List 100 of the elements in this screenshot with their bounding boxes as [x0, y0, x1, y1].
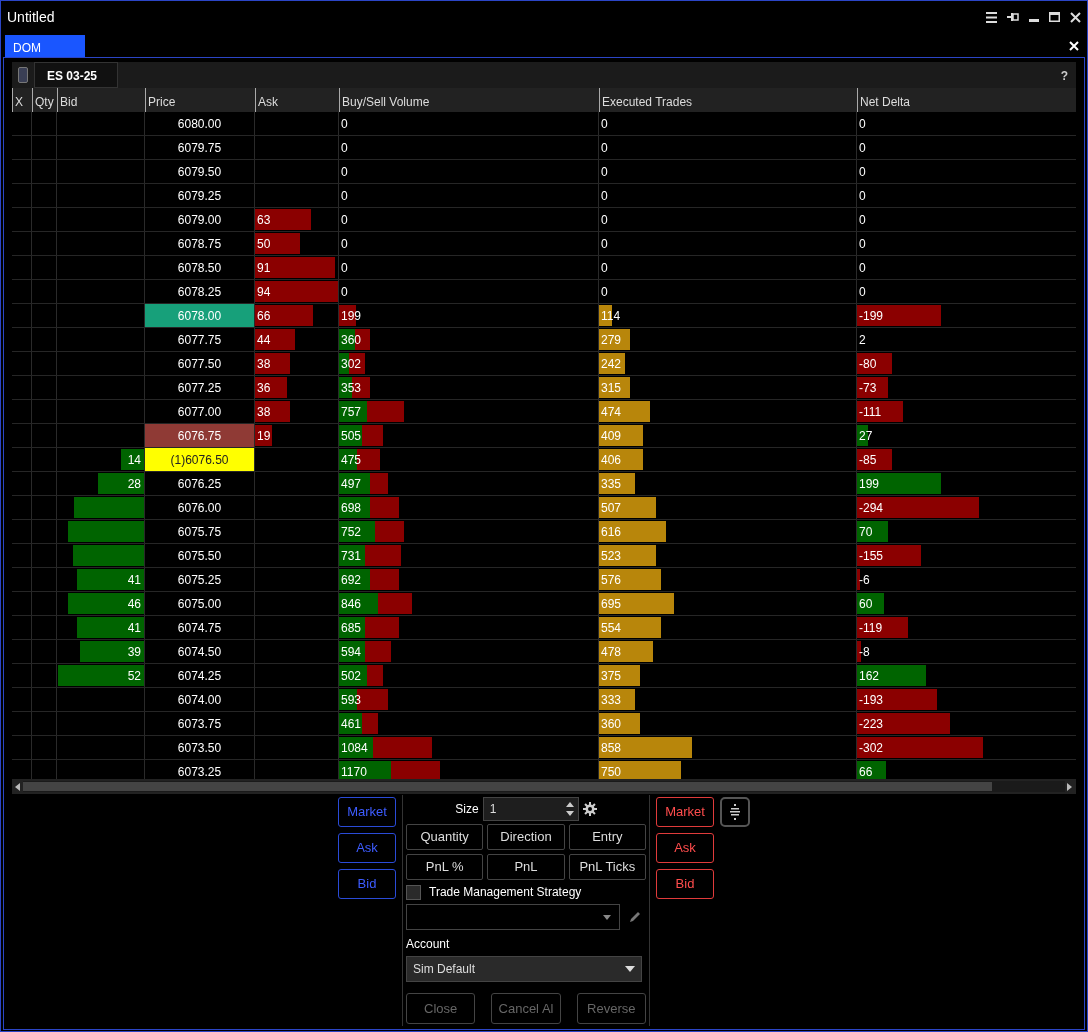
- ladder-toggle-button[interactable]: [720, 797, 750, 827]
- column-toggle-button[interactable]: Direction: [487, 824, 565, 850]
- volume-value: 0: [341, 141, 348, 155]
- volume-value: 685: [341, 621, 362, 635]
- scroll-right-icon[interactable]: [1067, 782, 1073, 791]
- sell-order-button[interactable]: Bid: [656, 869, 714, 899]
- price-cell[interactable]: 6078.50: [145, 256, 254, 275]
- price-cell[interactable]: 6073.50: [145, 736, 254, 755]
- net-delta-value: 162: [859, 669, 880, 683]
- strategy-checkbox[interactable]: [406, 884, 421, 900]
- net-delta-value: 0: [859, 285, 866, 299]
- price-cell[interactable]: 6073.25: [145, 760, 254, 779]
- volume-value: 360: [341, 333, 362, 347]
- sell-order-button[interactable]: Ask: [656, 833, 714, 863]
- scroll-left-icon[interactable]: [15, 782, 21, 791]
- net-delta-value: 199: [859, 477, 880, 491]
- net-delta-value: -155: [859, 549, 884, 563]
- bid-size: 39: [127, 645, 141, 659]
- column-header[interactable]: Qty: [32, 88, 57, 112]
- buy-order-button[interactable]: Ask: [338, 833, 396, 863]
- column-header[interactable]: X: [12, 88, 32, 112]
- net-delta-value: -8: [859, 645, 870, 659]
- price-cell[interactable]: 6077.00: [145, 400, 254, 419]
- price-cell[interactable]: 6073.75: [145, 712, 254, 731]
- tab[interactable]: DOM: [5, 35, 85, 57]
- settings-icon[interactable]: [582, 802, 597, 816]
- executed-trades-value: 409: [601, 429, 622, 443]
- executed-trades-value: 0: [601, 141, 608, 155]
- executed-trades-value: 858: [601, 741, 622, 755]
- sell-order-button[interactable]: Market: [656, 797, 714, 827]
- price-cell[interactable]: 6074.00: [145, 688, 254, 707]
- maximize-icon[interactable]: [1049, 12, 1060, 22]
- instrument-tab[interactable]: ES 03-25: [34, 62, 118, 88]
- dropdown-caret-icon: [603, 914, 611, 920]
- column-header[interactable]: Net Delta: [857, 88, 1079, 112]
- column-toggle-button[interactable]: Entry: [568, 824, 646, 850]
- size-field[interactable]: 1: [482, 797, 579, 821]
- ask-size: 63: [257, 213, 271, 227]
- volume-value: 757: [341, 405, 362, 419]
- volume-value: 0: [341, 261, 348, 275]
- price-cell[interactable]: 6079.50: [145, 160, 254, 179]
- price-cell[interactable]: 6079.25: [145, 184, 254, 203]
- price-cell[interactable]: 6079.75: [145, 136, 254, 155]
- price-cell[interactable]: 6075.00: [145, 592, 254, 611]
- volume-value: 199: [341, 309, 362, 323]
- executed-trades-value: 333: [601, 693, 622, 707]
- instrument-selector-button[interactable]: [18, 67, 28, 83]
- price-cell[interactable]: 6074.50: [145, 640, 254, 659]
- column-header[interactable]: Ask: [255, 88, 339, 112]
- volume-value: 731: [341, 549, 362, 563]
- column-toggle-button[interactable]: PnL %: [406, 854, 484, 880]
- executed-trades-value: 375: [601, 669, 622, 683]
- net-delta-value: -119: [859, 621, 883, 635]
- column-header[interactable]: Executed Trades: [599, 88, 857, 112]
- executed-trades-value: 474: [601, 405, 622, 419]
- column-toggle-button[interactable]: Quantity: [406, 824, 484, 850]
- price-cell[interactable]: 6075.25: [145, 568, 254, 587]
- ask-size: 50: [257, 237, 271, 251]
- price-cell[interactable]: 6080.00: [145, 112, 254, 131]
- price-cell[interactable]: 6074.25: [145, 664, 254, 683]
- column-header[interactable]: Price: [145, 88, 255, 112]
- menu-icon[interactable]: [986, 11, 997, 23]
- price-cell[interactable]: 6078.75: [145, 232, 254, 251]
- price-cell[interactable]: 6077.25: [145, 376, 254, 395]
- executed-trades-value: 695: [601, 597, 622, 611]
- price-cell[interactable]: 6077.75: [145, 328, 254, 347]
- price-cell[interactable]: (1)6076.50: [145, 448, 254, 471]
- price-cell[interactable]: 6078.25: [145, 280, 254, 299]
- volume-value: 302: [341, 357, 362, 371]
- pencil-icon[interactable]: [628, 910, 642, 924]
- column-toggle-button[interactable]: PnL Ticks: [568, 854, 646, 880]
- net-delta-value: -111: [859, 405, 882, 419]
- executed-trades-value: 406: [601, 453, 622, 467]
- price-cell[interactable]: 6077.50: [145, 352, 254, 371]
- executed-trades-value: 576: [601, 573, 622, 587]
- pin-icon[interactable]: [1007, 13, 1019, 21]
- column-header[interactable]: Buy/Sell Volume: [339, 88, 599, 112]
- price-cell[interactable]: 6076.25: [145, 472, 254, 491]
- buy-order-button[interactable]: Bid: [338, 869, 396, 899]
- horizontal-scrollbar[interactable]: [23, 781, 1065, 792]
- price-cell[interactable]: 6075.75: [145, 520, 254, 539]
- volume-value: 692: [341, 573, 362, 587]
- price-cell[interactable]: 6074.75: [145, 616, 254, 635]
- close-icon[interactable]: [1070, 11, 1081, 23]
- buy-order-button[interactable]: Market: [338, 797, 396, 827]
- help-button[interactable]: ?: [1052, 62, 1076, 88]
- volume-value: 593: [341, 693, 362, 707]
- price-cell[interactable]: 6079.00: [145, 208, 254, 227]
- price-cell[interactable]: 6075.50: [145, 544, 254, 563]
- column-toggle-button[interactable]: PnL: [487, 854, 565, 880]
- net-delta-value: -294: [859, 501, 884, 515]
- bid-size: 41: [127, 573, 141, 587]
- column-header[interactable]: Bid: [57, 88, 145, 112]
- bid-size: 41: [127, 621, 141, 635]
- volume-value: 846: [341, 597, 362, 611]
- spinner-arrows-icon: [565, 801, 574, 817]
- account-dropdown[interactable]: Sim Default: [406, 956, 642, 982]
- net-delta-value: 60: [859, 597, 873, 611]
- price-cell[interactable]: 6076.00: [145, 496, 254, 515]
- price-cell[interactable]: 6076.75: [145, 424, 254, 447]
